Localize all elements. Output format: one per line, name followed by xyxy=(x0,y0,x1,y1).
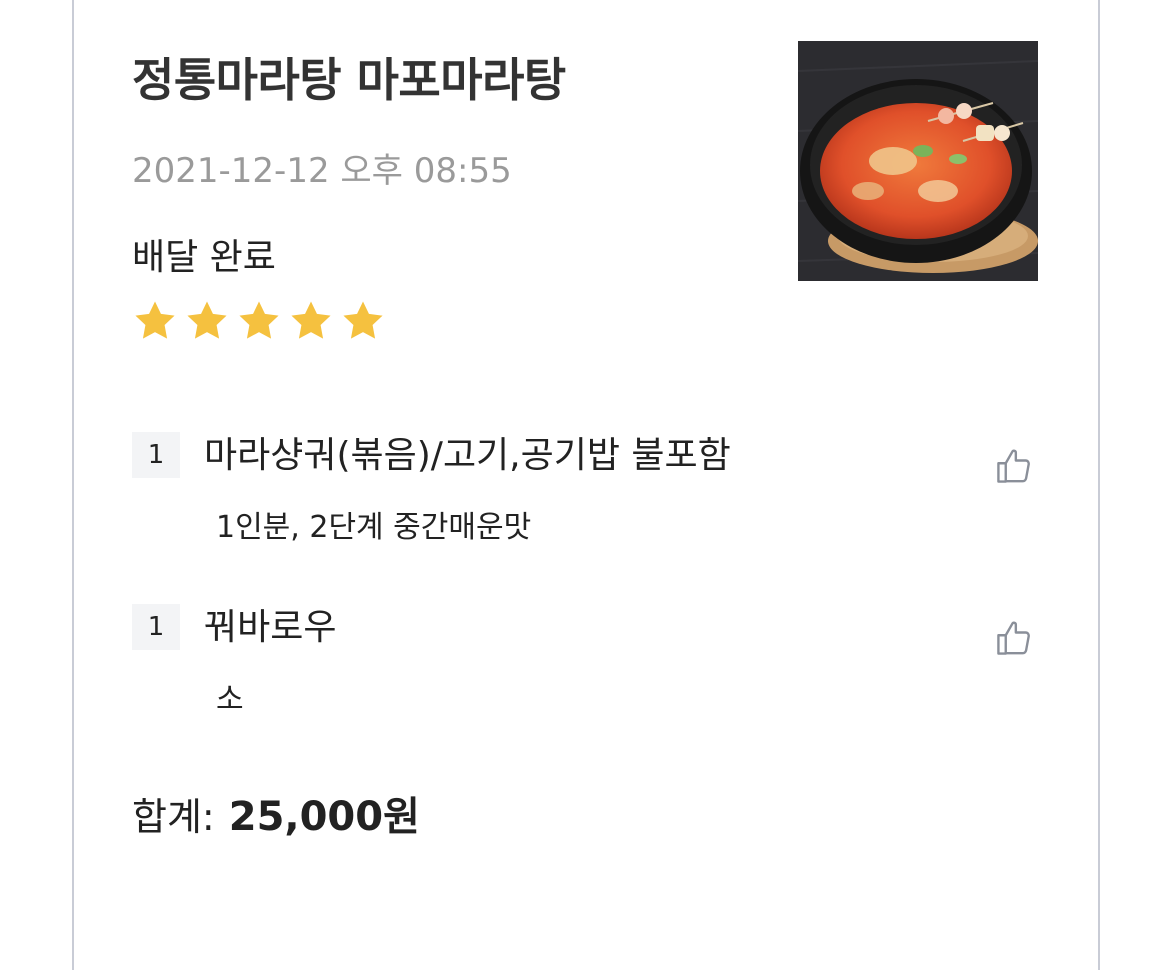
star-icon xyxy=(340,298,386,348)
thumbs-up-icon[interactable] xyxy=(992,444,1036,488)
total-label: 합계: xyxy=(132,795,215,839)
rating-stars xyxy=(132,298,386,348)
item-name: 꿔바로우 xyxy=(204,607,337,648)
item-quantity: 1 xyxy=(132,432,180,478)
total-amount: 25,000원 xyxy=(228,794,420,840)
item-name: 마라샹궈(볶음)/고기,공기밥 불포함 xyxy=(204,435,731,476)
star-icon xyxy=(288,298,334,348)
item-options: 소 xyxy=(216,682,244,717)
star-icon xyxy=(132,298,178,348)
store-thumbnail[interactable] xyxy=(798,41,1038,281)
order-status: 배달 완료 xyxy=(132,237,276,278)
item-quantity: 1 xyxy=(132,604,180,650)
item-options: 1인분, 2단계 중간매운맛 xyxy=(216,510,532,545)
order-total: 합계: 25,000원 xyxy=(132,784,420,842)
thumbs-up-icon[interactable] xyxy=(992,616,1036,660)
star-icon xyxy=(236,298,282,348)
store-name[interactable]: 정통마라탕 마포마라탕 xyxy=(132,44,732,110)
star-icon xyxy=(184,298,230,348)
order-datetime: 2021-12-12 오후 08:55 xyxy=(132,151,512,191)
